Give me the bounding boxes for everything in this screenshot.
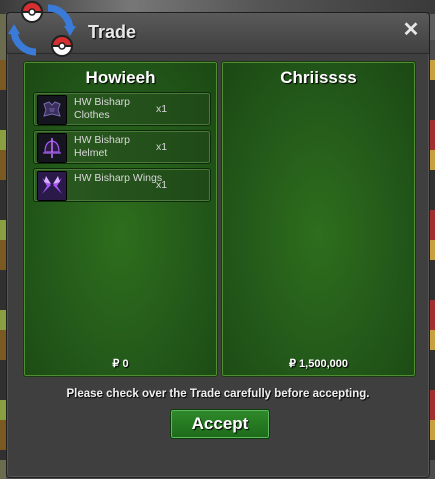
close-icon[interactable]: ✕ xyxy=(401,19,421,41)
trade-window: Trade ✕ Howieeh HW Bisharp Clothes x1 HW… xyxy=(6,12,430,478)
trade-item[interactable]: HW Bisharp Helmet x1 xyxy=(33,130,211,164)
accept-button[interactable]: Accept xyxy=(170,409,270,439)
trade-panel-self: Howieeh HW Bisharp Clothes x1 HW Bisharp… xyxy=(23,61,218,377)
money-offer: ₽ 1,500,000 xyxy=(289,358,348,370)
trade-panel-partner: Chriissss ₽ 1,500,000 xyxy=(221,61,416,377)
wings-icon xyxy=(37,171,67,201)
trade-item[interactable]: HW Bisharp Clothes x1 xyxy=(33,92,211,126)
helmet-icon xyxy=(37,133,67,163)
trade-notice: Please check over the Trade carefully be… xyxy=(66,388,370,400)
trade-item[interactable]: HW Bisharp Wings x1 xyxy=(33,168,211,202)
trade-icon xyxy=(8,1,76,57)
item-quantity: x1 xyxy=(156,103,168,115)
clothes-icon xyxy=(37,95,67,125)
item-quantity: x1 xyxy=(156,141,168,153)
player-name: Howieeh xyxy=(85,68,156,87)
window-title: Trade xyxy=(88,22,137,42)
money-offer: ₽ 0 xyxy=(112,358,129,370)
item-quantity: x1 xyxy=(156,179,168,191)
item-name: HW Bisharp Wings xyxy=(74,172,163,184)
player-name: Chriissss xyxy=(280,68,357,87)
item-name: HW Bisharp Clothes xyxy=(74,96,131,121)
item-name: HW Bisharp Helmet xyxy=(74,134,131,159)
